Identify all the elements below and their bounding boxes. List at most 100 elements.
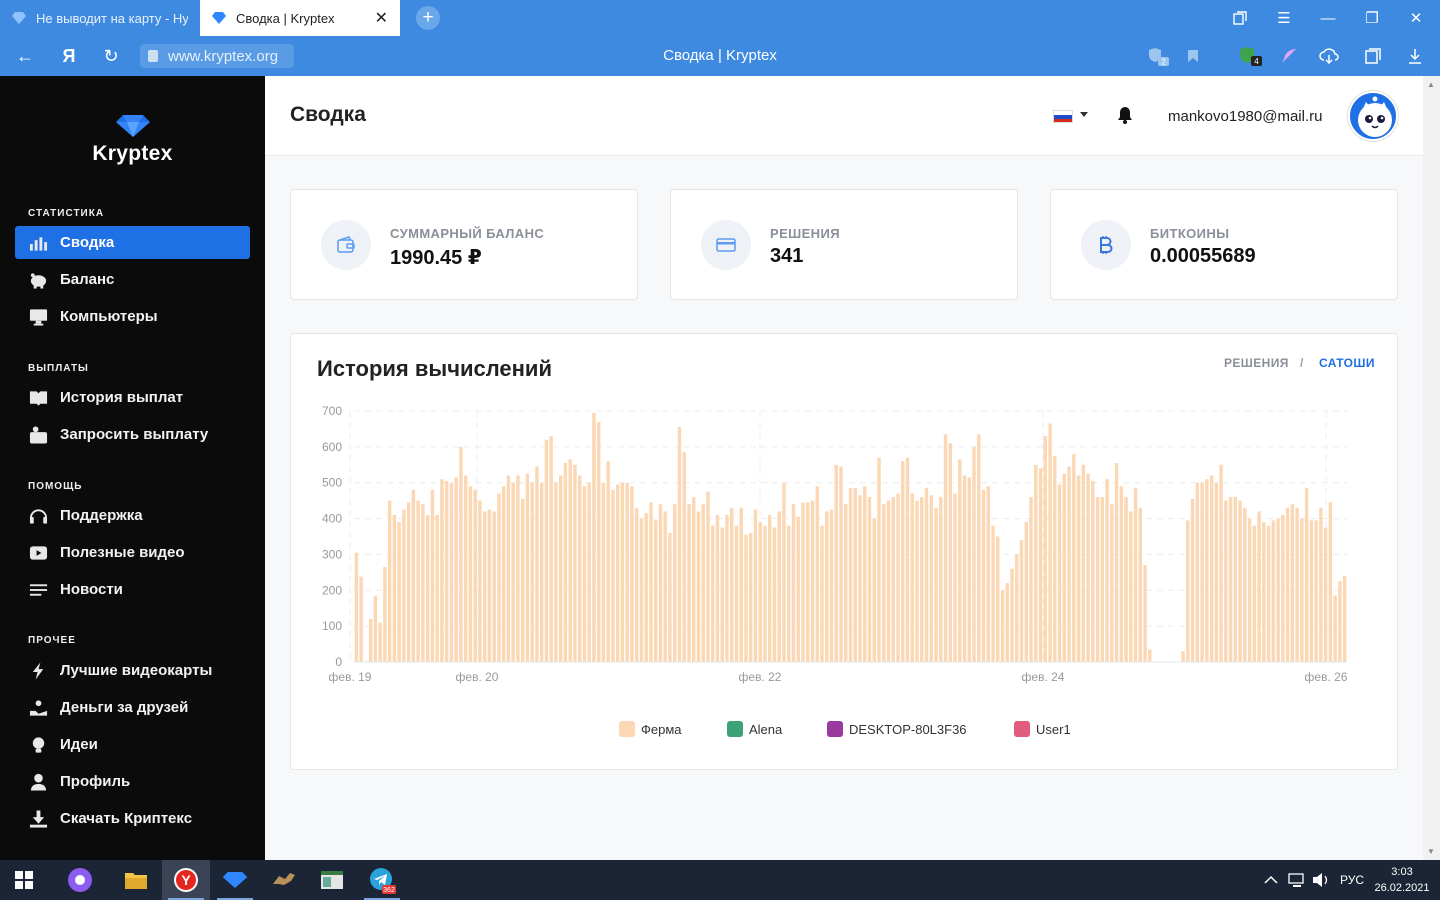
yandex-logo-icon[interactable]: Я [54, 36, 84, 76]
user-email[interactable]: mankovo1980@mail.ru [1168, 108, 1322, 125]
menu-icon[interactable]: ☰ [1262, 0, 1306, 36]
sidebar-item-profile[interactable]: Профиль [15, 765, 250, 798]
tabs-overview-icon[interactable] [1218, 0, 1262, 36]
history-bar-chart: 0 100 200 300 400 500 600 700 фев. 19 фев. 20 фев.… [322, 404, 1348, 684]
sidebar-item-request-payout[interactable]: Запросить выплату [15, 418, 250, 451]
sidebar-item-support[interactable]: Поддержка [15, 499, 250, 532]
legend-swatch [827, 721, 843, 737]
sidebar-item-ideas[interactable]: Идеи [15, 728, 250, 761]
tray-expand-icon[interactable] [1264, 860, 1278, 900]
kryptex-app-icon[interactable] [211, 860, 259, 900]
bookmark-icon[interactable] [1180, 36, 1206, 76]
alice-assistant-icon[interactable] [56, 860, 104, 900]
bar [720, 527, 724, 662]
yandex-browser-icon[interactable]: Y [162, 860, 210, 900]
sidebar-item-videos[interactable]: Полезные видео [15, 536, 250, 569]
extension-shield-icon[interactable]: 4 [1238, 36, 1264, 76]
bar [749, 532, 753, 662]
minimize-icon[interactable]: — [1306, 0, 1350, 36]
bar [1209, 475, 1214, 662]
bar [406, 502, 411, 662]
bar [844, 504, 848, 662]
lock-icon [148, 50, 158, 62]
new-tab-button[interactable]: + [416, 6, 440, 30]
legend-item-user1[interactable]: User1 [1014, 721, 1071, 737]
bar [1067, 466, 1071, 662]
stat-card-solutions: РЕШЕНИЯ 341 [670, 189, 1018, 300]
sidebar-item-payout-history[interactable]: История выплат [15, 381, 250, 414]
reload-icon[interactable]: ↻ [96, 36, 126, 76]
bar [1314, 520, 1318, 662]
user-icon [28, 773, 48, 791]
chevron-down-icon[interactable] [1080, 112, 1088, 117]
bar [1129, 511, 1133, 662]
bar [1114, 462, 1119, 662]
legend-swatch [1014, 721, 1030, 737]
telegram-icon[interactable]: 362 [358, 860, 406, 900]
bar [772, 527, 777, 662]
volume-icon[interactable] [1312, 860, 1330, 900]
collections-icon[interactable] [1360, 36, 1386, 76]
avatar[interactable] [1348, 91, 1398, 141]
keyboard-language[interactable]: РУС [1340, 860, 1364, 900]
restore-icon[interactable]: ❐ [1350, 0, 1394, 36]
bell-icon[interactable] [1117, 106, 1133, 129]
windows-start-icon[interactable] [0, 860, 48, 900]
bar [867, 497, 872, 662]
bar [383, 566, 387, 662]
bar [459, 446, 463, 662]
page-scrollbar[interactable]: ▲ ▼ [1423, 76, 1440, 860]
bar [782, 482, 786, 662]
kryptex-logo[interactable]: Kryptex [0, 114, 265, 166]
legend-item-ferma[interactable]: Ферма [619, 721, 682, 737]
bar [454, 477, 458, 662]
bar [1309, 520, 1314, 662]
bar [577, 475, 582, 662]
bar [1029, 497, 1033, 662]
sidebar-item-news[interactable]: Новости [15, 573, 250, 606]
bar [449, 482, 454, 662]
sidebar-item-label: Сводка [60, 234, 115, 251]
protect-icon[interactable]: 2 [1146, 36, 1172, 76]
scroll-down-icon[interactable]: ▼ [1427, 847, 1435, 856]
russian-flag-icon[interactable] [1053, 110, 1073, 123]
bar [615, 484, 620, 662]
back-arrow-icon[interactable]: ← [10, 36, 40, 76]
sidebar-item-balance[interactable]: Баланс [15, 263, 250, 296]
bar [1247, 518, 1252, 662]
feather-icon[interactable] [1276, 36, 1302, 76]
bar [368, 618, 373, 662]
browser-tab[interactable]: Не выводит на карту - Ну [0, 0, 200, 36]
wallet-icon [321, 220, 371, 270]
taskbar-clock[interactable]: 3:03 26.02.2021 [1366, 864, 1438, 896]
bar [668, 532, 672, 662]
app-window-icon[interactable] [308, 860, 356, 900]
download-icon [28, 809, 48, 828]
browser-tab-active[interactable]: Сводка | Kryptex ✕ [200, 0, 400, 36]
bar [934, 507, 938, 662]
sidebar-item-referral[interactable]: Деньги за друзей [15, 691, 250, 724]
legend-item-alena[interactable]: Alena [727, 721, 782, 737]
bar [411, 489, 416, 662]
sidebar-item-computers[interactable]: Компьютеры [15, 300, 250, 333]
x-tick-label: фев. 20 [456, 670, 499, 684]
bar [886, 500, 891, 662]
cloud-download-icon[interactable] [1316, 36, 1342, 76]
legend-item-desktop[interactable]: DESKTOP-80L3F36 [827, 721, 967, 737]
close-tab-icon[interactable]: ✕ [375, 8, 388, 28]
bar [606, 461, 610, 662]
bar [1243, 507, 1247, 662]
url-field[interactable]: www.kryptex.org [140, 44, 294, 68]
sidebar-item-download[interactable]: Скачать Криптекс [15, 802, 250, 835]
sidebar-item-best-gpus[interactable]: Лучшие видеокарты [15, 654, 250, 687]
bar [829, 509, 834, 662]
downloads-icon[interactable] [1402, 36, 1428, 76]
bar [1048, 423, 1052, 662]
file-explorer-icon[interactable] [112, 860, 160, 900]
scroll-up-icon[interactable]: ▲ [1427, 80, 1435, 89]
bar [692, 497, 696, 662]
sidebar-item-summary[interactable]: Сводка [15, 226, 250, 259]
network-icon[interactable] [1288, 860, 1306, 900]
close-window-icon[interactable]: ✕ [1394, 0, 1438, 36]
game-app-icon[interactable] [260, 860, 308, 900]
